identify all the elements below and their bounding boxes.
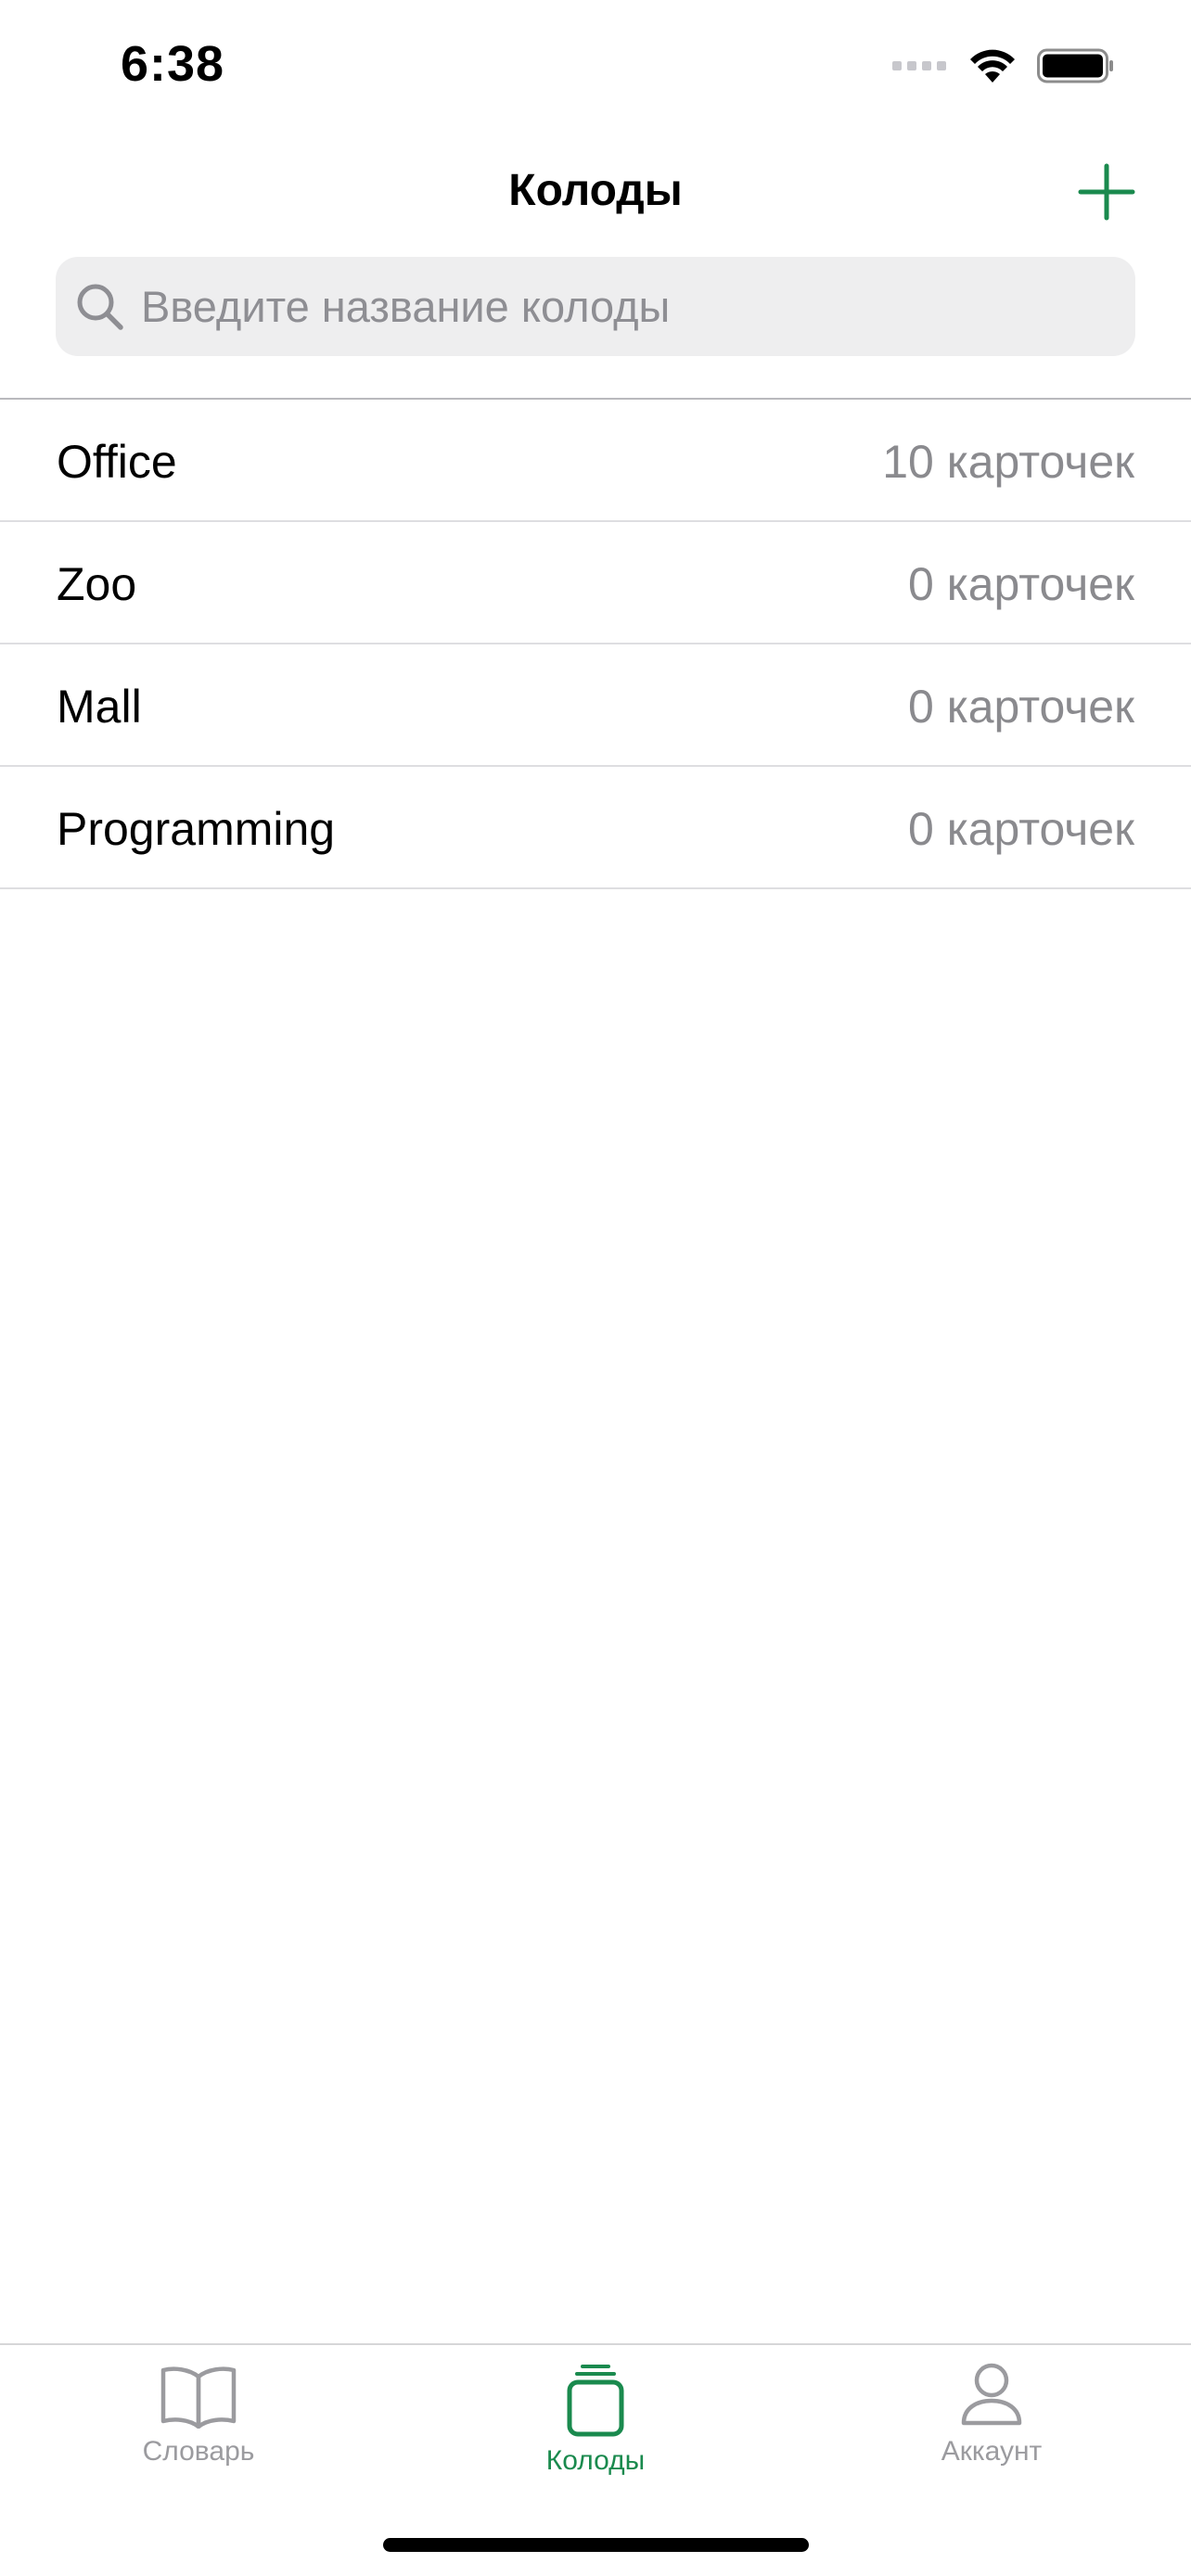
tab-label: Словарь <box>142 2436 255 2467</box>
nav-bar: Колоды <box>0 148 1191 237</box>
cellular-signal-icon <box>892 61 946 70</box>
search-field[interactable] <box>56 257 1135 356</box>
status-icons <box>892 43 1115 89</box>
list-item[interactable]: Office 10 карточек <box>0 400 1191 522</box>
search-icon <box>77 284 123 330</box>
battery-icon <box>1037 48 1113 83</box>
card-stack-icon <box>567 2365 624 2437</box>
tab-label: Колоды <box>545 2445 646 2476</box>
status-time: 6:38 <box>121 36 225 92</box>
list-item[interactable]: Zoo 0 карточек <box>0 522 1191 644</box>
person-icon <box>961 2363 1022 2426</box>
deck-name: Mall <box>57 681 142 733</box>
deck-card-count: 0 карточек <box>908 803 1134 855</box>
status-bar: 6:38 <box>0 0 1191 139</box>
deck-name: Zoo <box>57 558 137 610</box>
deck-name: Office <box>57 436 177 488</box>
wifi-icon <box>970 49 1015 83</box>
book-icon <box>160 2366 237 2429</box>
tab-dictionary[interactable]: Словарь <box>59 2362 338 2501</box>
search-input[interactable] <box>141 257 1115 356</box>
tab-decks[interactable]: Колоды <box>456 2362 735 2501</box>
add-deck-button[interactable] <box>1076 161 1137 223</box>
deck-card-count: 10 карточек <box>882 436 1134 488</box>
plus-icon <box>1078 163 1135 221</box>
deck-card-count: 0 карточек <box>908 681 1134 733</box>
deck-name: Programming <box>57 803 336 855</box>
tab-account[interactable]: Аккаунт <box>852 2362 1131 2501</box>
decks-screen: 6:38 Колоды Введите название колоды Offi… <box>0 0 1191 2576</box>
home-indicator[interactable] <box>383 2538 809 2552</box>
tab-label: Аккаунт <box>941 2436 1043 2467</box>
list-item[interactable]: Mall 0 карточек <box>0 644 1191 767</box>
deck-list: Office 10 карточек Zoo 0 карточек Mall 0… <box>0 398 1191 889</box>
page-title: Колоды <box>508 166 683 215</box>
list-item[interactable]: Programming 0 карточек <box>0 767 1191 889</box>
deck-card-count: 0 карточек <box>908 558 1134 610</box>
